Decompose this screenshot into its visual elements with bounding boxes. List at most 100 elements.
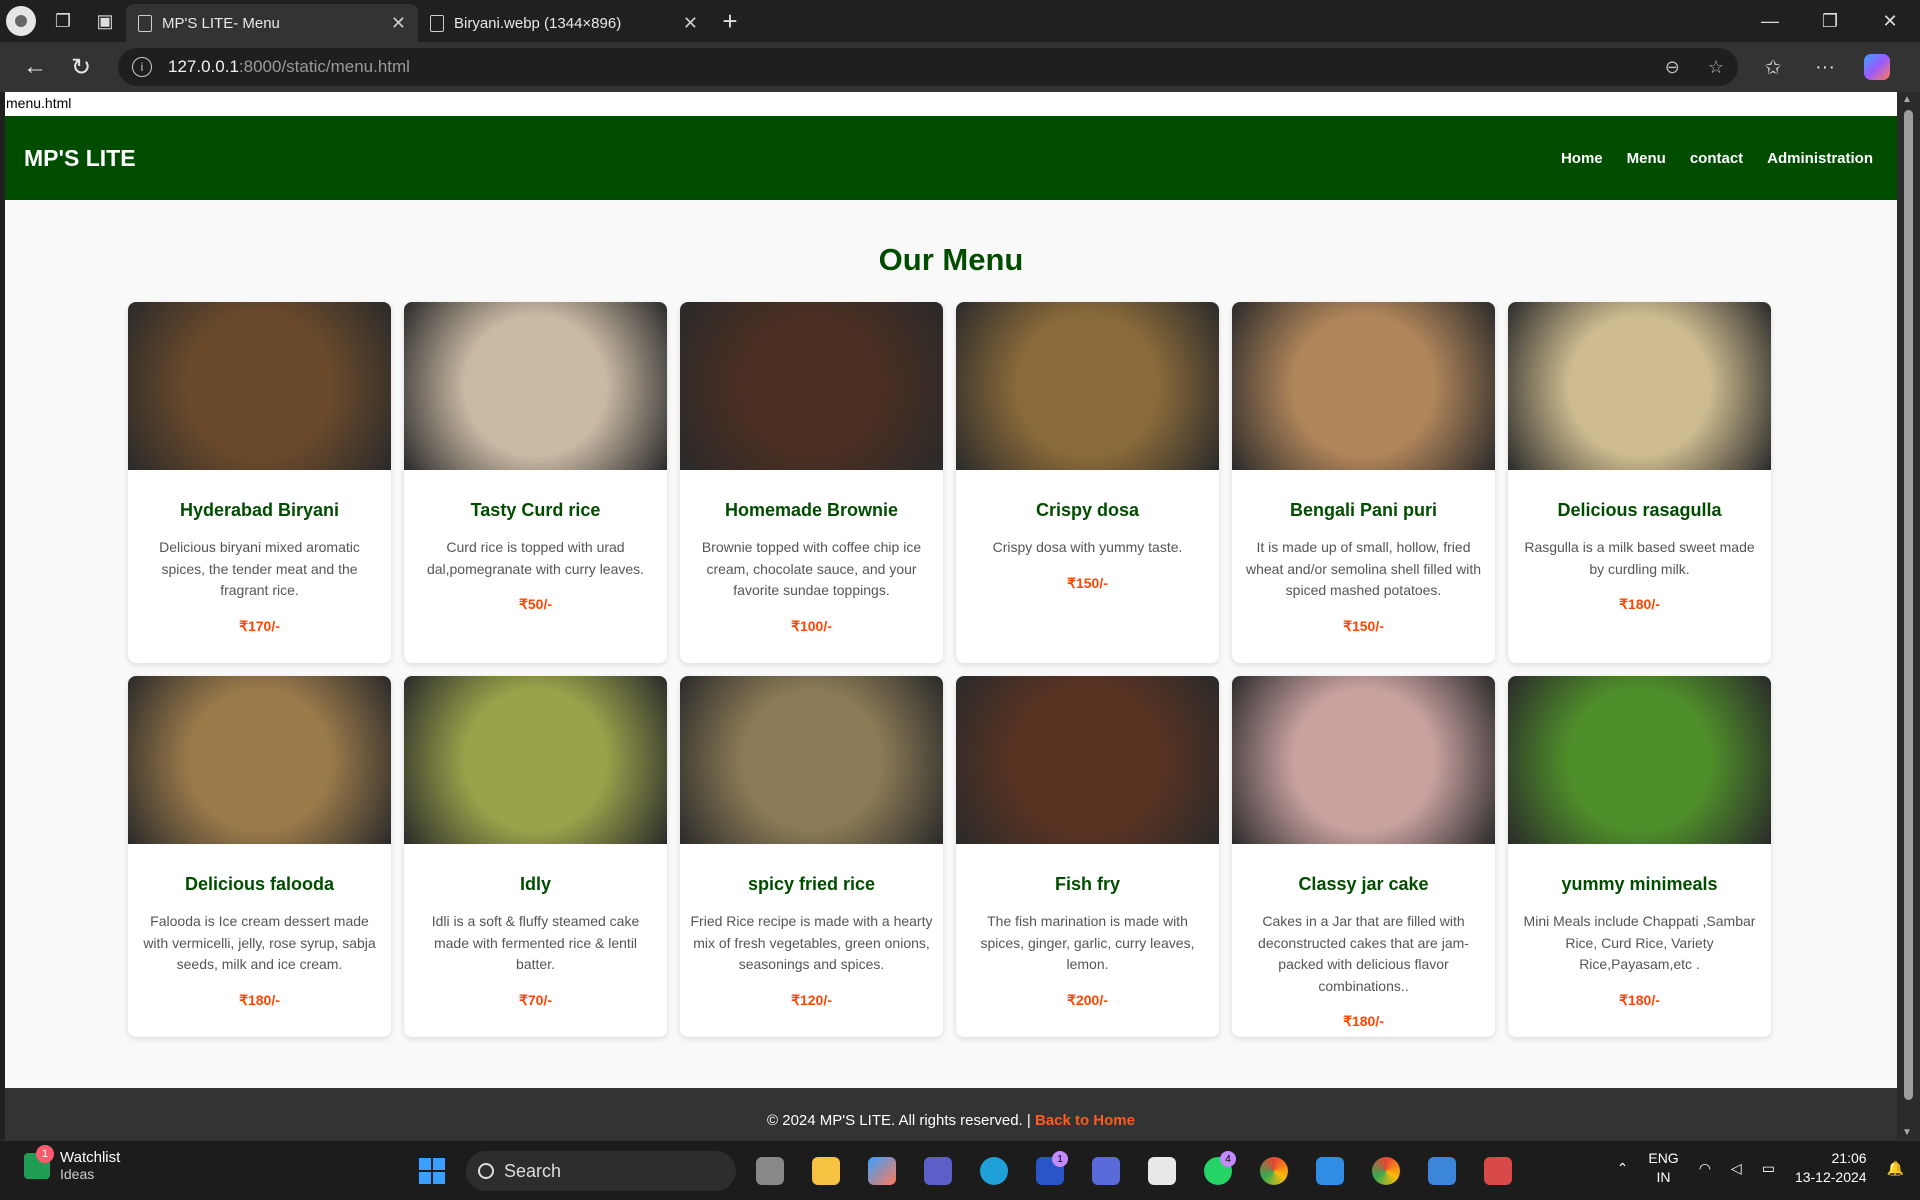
workspaces-button[interactable]: ❐ [42,0,84,42]
page-icon [430,14,444,32]
restore-icon[interactable]: ❐ [1800,0,1860,42]
food-image [128,676,391,844]
item-price: ₹150/- [1067,574,1108,591]
page-title: Our Menu [878,242,1024,277]
food-image [680,676,943,844]
tab-actions-button[interactable]: ▣ [84,0,126,42]
page-icon [138,14,152,32]
tab-actions-icon: ▣ [96,10,114,31]
item-description: The fish marination is made with spices,… [980,913,1195,972]
copilot-app-icon[interactable] [860,1149,904,1193]
food-image [1508,676,1771,844]
vpn-app-icon[interactable] [1084,1149,1128,1193]
taskbar: 1 Watchlist Ideas Search 1 4 ⌃ ENG IN ◠ … [0,1140,1920,1200]
wifi-icon[interactable]: ◠ [1699,1160,1711,1177]
lang-code: ENG [1648,1150,1679,1166]
nav-administration[interactable]: Administration [1767,150,1873,167]
scroll-up-icon[interactable]: ▲ [1902,94,1912,105]
profile-button[interactable] [0,0,42,42]
menu-card: Delicious falooda Falooda is Ice cream de… [128,676,391,1037]
item-description: Cakes in a Jar that are filled with deco… [1258,913,1469,994]
zoom-icon[interactable]: ⊖ [1665,57,1680,78]
app-badge-icon: 4 [1220,1151,1236,1167]
refresh-button[interactable]: ↻ [58,44,104,90]
region-code: IN [1656,1169,1671,1185]
close-window-icon[interactable]: ✕ [1860,0,1920,42]
back-to-home-link[interactable]: Back to Home [1035,1112,1135,1129]
copilot-button[interactable] [1854,44,1900,90]
photos-icon[interactable] [1420,1149,1464,1193]
nav-contact[interactable]: contact [1690,150,1743,167]
workspaces-icon: ❐ [54,10,72,31]
minimize-icon[interactable]: — [1740,0,1800,42]
browser-tab-bar: ❐ ▣ MP'S LITE- Menu ✕ Biryani.webp (1344… [0,0,1920,42]
page-viewport: menu.html MP'S LITE Home Menu contact Ad… [0,92,1920,1140]
item-price: ₹150/- [1343,617,1384,634]
item-description: Idli is a soft & fluffy steamed cake mad… [431,913,640,972]
favorites-icon[interactable]: ✩ [1750,44,1796,90]
profile-icon [6,6,36,36]
battery-icon[interactable]: ▭ [1762,1160,1775,1177]
chrome-profile-icon[interactable] [1364,1149,1408,1193]
volume-icon[interactable]: ◁ [1731,1160,1742,1177]
task-view-icon[interactable] [748,1149,792,1193]
item-price: ₹120/- [791,991,832,1008]
menu-card: Classy jar cake Cakes in a Jar that are f… [1232,676,1495,1037]
nav-home[interactable]: Home [1561,150,1603,167]
item-description: It is made up of small, hollow, fried wh… [1245,539,1481,598]
snipping-tool-icon[interactable] [1476,1149,1520,1193]
food-image [128,302,391,470]
edge-icon[interactable] [972,1149,1016,1193]
menu-card: Homemade Brownie Brownie topped with coff… [680,302,943,663]
new-tab-button[interactable]: + [710,6,750,37]
item-price: ₹170/- [239,617,280,634]
scroll-down-icon[interactable]: ▼ [1902,1127,1912,1138]
url-field[interactable]: i 127.0.0.1:8000/static/menu.html ⊖ ☆ [118,48,1738,86]
start-button[interactable] [410,1149,454,1193]
tab-biryani[interactable]: Biryani.webp (1344×896) ✕ [418,4,710,42]
item-price: ₹100/- [791,617,832,634]
nav-menu[interactable]: Menu [1627,150,1666,167]
item-price: ₹50/- [518,596,553,612]
menu-card: Crispy dosa Crispy dosa with yummy taste.… [956,302,1219,663]
site-logo[interactable]: MP'S LITE [24,145,136,172]
item-description: Fried Rice recipe is made with a hearty … [690,913,933,972]
taskbar-search[interactable]: Search [466,1151,736,1191]
scrollbar-thumb[interactable] [1904,110,1913,1100]
whatsapp-icon[interactable]: 4 [1196,1149,1240,1193]
teams-icon[interactable] [916,1149,960,1193]
chevron-up-icon[interactable]: ⌃ [1617,1160,1629,1177]
chrome-icon[interactable] [1252,1149,1296,1193]
l-app-icon[interactable]: 1 [1028,1149,1072,1193]
menu-card: Fish fry The fish marination is made with… [956,676,1219,1037]
tab-menu[interactable]: MP'S LITE- Menu ✕ [126,4,418,42]
notification-bell-icon[interactable]: 🔔 [1887,1160,1904,1177]
tab-title: MP'S LITE- Menu [162,14,280,32]
menu-card: yummy minimeals Mini Meals include Chappa… [1508,676,1771,1037]
item-name: yummy minimeals [1561,874,1718,894]
system-tray: ⌃ ENG IN ◠ ◁ ▭ 21:06 13-12-2024 🔔 [1617,1149,1904,1187]
food-image [956,302,1219,470]
site-info-icon[interactable]: i [132,57,152,77]
item-price: ₹70/- [518,991,553,1008]
back-arrow-icon: ← [23,53,47,80]
item-name: Delicious rasagulla [1557,500,1722,520]
more-options-icon[interactable]: ··· [1802,44,1848,90]
menu-card: spicy fried rice Fried Rice recipe is mad… [680,676,943,1037]
food-image [404,302,667,470]
close-tab-icon[interactable]: ✕ [683,13,698,34]
back-button[interactable]: ← [12,44,58,90]
close-tab-icon[interactable]: ✕ [391,13,406,34]
store-icon[interactable] [1140,1149,1184,1193]
url-host: 127.0.0.1 [168,57,239,76]
watchlist-title: Watchlist [60,1149,121,1166]
clock[interactable]: 21:06 13-12-2024 [1795,1149,1867,1187]
language-indicator[interactable]: ENG IN [1648,1149,1678,1187]
file-explorer-icon[interactable] [804,1149,848,1193]
favorite-star-icon[interactable]: ☆ [1708,57,1724,78]
food-image [1508,302,1771,470]
clock-time: 21:06 [1831,1150,1867,1166]
watchlist-widget[interactable]: 1 Watchlist Ideas [24,1144,121,1182]
scrollbar[interactable]: ▲ ▼ [1897,92,1920,1140]
vscode-icon[interactable] [1308,1149,1352,1193]
